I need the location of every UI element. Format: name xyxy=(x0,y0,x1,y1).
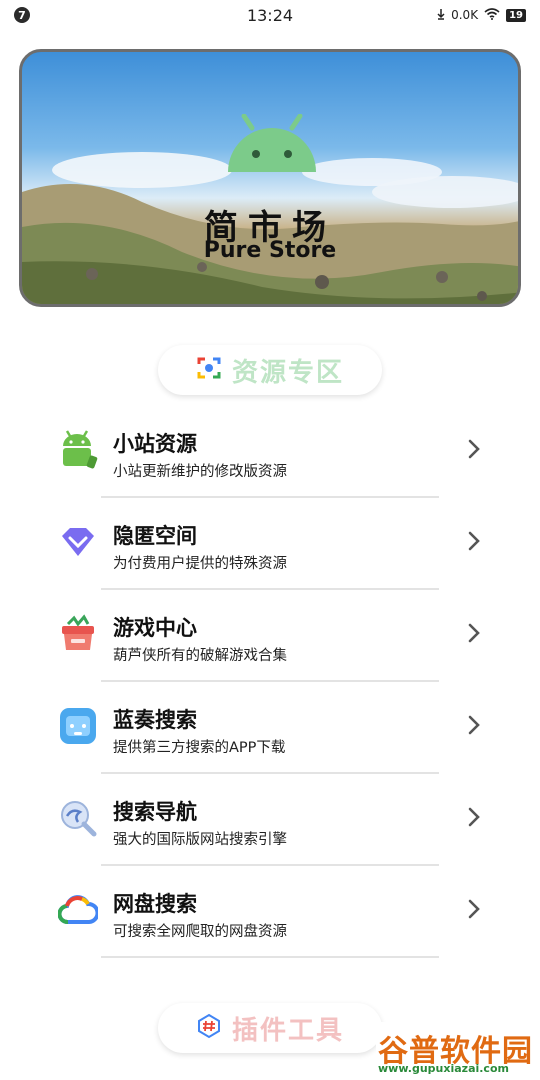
divider xyxy=(101,496,439,498)
item-title: 网盘搜索 xyxy=(113,892,197,916)
diamond-icon xyxy=(58,522,98,562)
item-subtitle: 强大的国际版网站搜索引擎 xyxy=(113,832,287,848)
chevron-right-icon xyxy=(468,439,480,459)
item-title: 蓝奏搜索 xyxy=(113,708,197,732)
lens-icon xyxy=(196,355,222,385)
banner-subtitle: Pure Store xyxy=(203,238,337,263)
list-item-site-resources[interactable]: 小站资源 小站更新维护的修改版资源 xyxy=(55,410,495,502)
divider xyxy=(101,956,439,958)
chevron-right-icon xyxy=(468,899,480,919)
game-box-icon xyxy=(58,614,98,654)
item-subtitle: 葫芦侠所有的破解游戏合集 xyxy=(113,648,287,664)
item-title: 隐匿空间 xyxy=(113,524,197,548)
divider xyxy=(101,588,439,590)
watermark-url: www.gupuxiazai.com xyxy=(378,1062,509,1075)
list-item-game-center[interactable]: 游戏中心 葫芦侠所有的破解游戏合集 xyxy=(55,594,495,686)
plugin-section-button[interactable]: 插件工具 xyxy=(158,1003,382,1053)
resource-section-button[interactable]: 资源专区 xyxy=(158,345,382,395)
notification-badge: 7 xyxy=(14,7,30,23)
divider xyxy=(101,772,439,774)
chevron-right-icon xyxy=(468,715,480,735)
item-subtitle: 提供第三方搜索的APP下载 xyxy=(113,740,286,756)
chevron-right-icon xyxy=(468,807,480,827)
android-icon xyxy=(58,430,98,470)
resource-section-label: 资源专区 xyxy=(231,357,344,388)
status-bar: 7 13:24 0.0K 19 xyxy=(0,0,540,30)
battery-icon: 19 xyxy=(506,8,526,22)
hash-icon xyxy=(196,1013,222,1043)
divider xyxy=(101,864,439,866)
item-title: 搜索导航 xyxy=(113,800,197,824)
site-watermark: 谷普软件园 www.gupuxiazai.com xyxy=(376,1022,540,1080)
chevron-right-icon xyxy=(468,531,480,551)
list-item-cloud-search[interactable]: 网盘搜索 可搜索全网爬取的网盘资源 xyxy=(55,870,495,962)
search-nav-icon xyxy=(58,798,98,838)
item-title: 游戏中心 xyxy=(113,616,197,640)
item-subtitle: 小站更新维护的修改版资源 xyxy=(113,464,287,480)
list-item-hidden-space[interactable]: 隐匿空间 为付费用户提供的特殊资源 xyxy=(55,502,495,594)
list-item-lanzou-search[interactable]: 蓝奏搜索 提供第三方搜索的APP下载 xyxy=(55,686,495,778)
net-speed: 0.0K xyxy=(451,8,479,22)
cloud-icon xyxy=(57,890,100,930)
plugin-section-label: 插件工具 xyxy=(231,1015,344,1046)
item-title: 小站资源 xyxy=(113,432,197,456)
lanzou-icon xyxy=(58,706,98,746)
list-item-search-nav[interactable]: 搜索导航 强大的国际版网站搜索引擎 xyxy=(55,778,495,870)
android-logo-icon xyxy=(228,114,316,172)
wifi-icon xyxy=(484,7,500,23)
divider xyxy=(101,680,439,682)
item-subtitle: 为付费用户提供的特殊资源 xyxy=(113,556,287,572)
item-subtitle: 可搜索全网爬取的网盘资源 xyxy=(113,924,287,940)
hero-banner[interactable]: 简市场 Pure Store xyxy=(19,49,521,307)
landscape-background xyxy=(22,152,518,304)
download-speed-icon xyxy=(437,8,445,23)
status-time: 13:24 xyxy=(246,5,294,25)
chevron-right-icon xyxy=(468,623,480,643)
